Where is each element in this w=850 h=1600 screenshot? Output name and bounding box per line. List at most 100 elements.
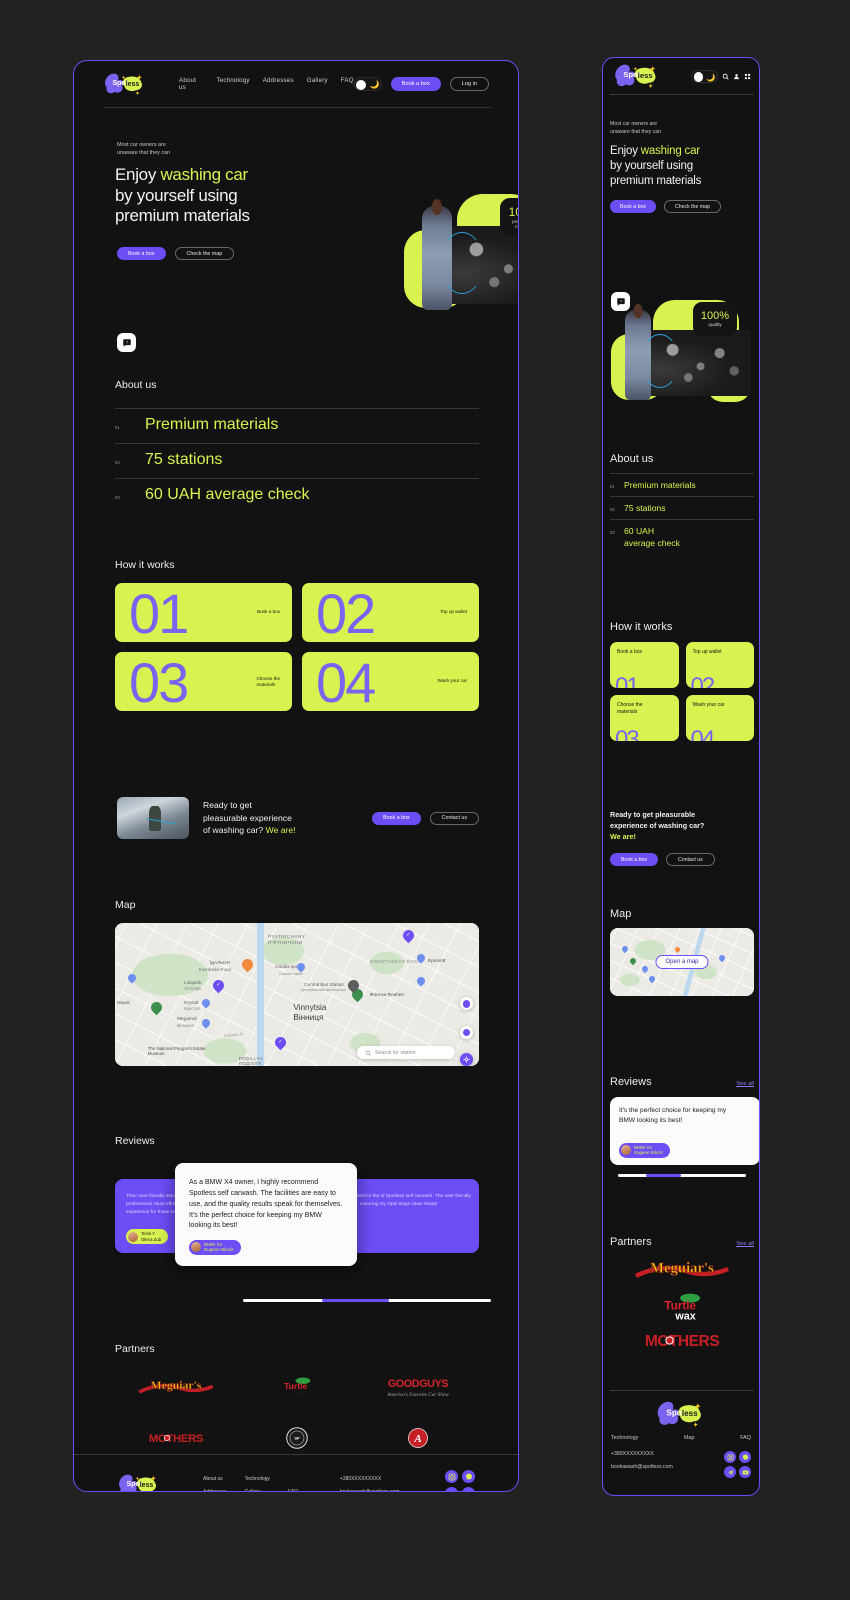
map-label-podillya-cyrillic: ПОДІЛЛЯ (238, 1061, 262, 1066)
map-cluster-2[interactable] (460, 1025, 473, 1039)
about-list-item-3[interactable]: 03 60 UAH average check (115, 478, 479, 513)
svg-text:wax: wax (291, 1389, 308, 1398)
viber-icon[interactable] (739, 1451, 751, 1463)
how-it-works-card-2[interactable]: 02 Top up wallet (302, 583, 479, 642)
hero-badge-caption: professional materials (512, 219, 518, 230)
mobile-how-it-works-card-4[interactable]: Wash your car 04 (685, 695, 754, 741)
hero-title-part-2: by yourself using (115, 185, 238, 205)
mobile-footer-email[interactable]: bookawash@spotless.com (611, 1464, 673, 1470)
nav-item-technology[interactable]: Technology (216, 77, 249, 91)
nav-item-addresses[interactable]: Addresses (263, 77, 294, 91)
map-locate-button[interactable] (460, 1053, 473, 1066)
mobile-partner-logo-turtlewax[interactable]: Turtle wax (637, 1292, 727, 1324)
mobile-how-it-works-card-1[interactable]: Book a box 01 (610, 642, 679, 688)
map-canvas[interactable]: PYATNICHANY П'ЯТНИЧАНИ ЇДАЛЬНЯ KovranskA… (115, 923, 479, 1066)
about-list-item-2[interactable]: 02 75 stations (115, 443, 479, 478)
mobile-about-item-3[interactable]: 03 60 UAH average check (610, 519, 754, 555)
mobile-theme-toggle[interactable]: 🌙 (691, 69, 718, 83)
nav-item-about-us[interactable]: About us (179, 77, 203, 91)
reviews-scrollbar-thumb[interactable] (322, 1299, 390, 1302)
hero-check-the-map-button[interactable]: Check the map (174, 247, 235, 260)
youtube-icon[interactable] (739, 1466, 751, 1478)
mobile-logo-spotless[interactable]: Spot less (611, 62, 663, 90)
how-it-works-card-3[interactable]: 03 Choose the materials (115, 652, 292, 711)
instagram-icon[interactable] (724, 1451, 736, 1463)
youtube-icon[interactable] (462, 1487, 475, 1491)
footer-phone[interactable]: +380XXXXXXXXX (340, 1476, 400, 1482)
mobile-how-it-works-card-3[interactable]: Choose the materials 03 (610, 695, 679, 741)
mobile-reviews-scrollbar[interactable] (618, 1174, 746, 1177)
partner-logo-turtlewax[interactable]: Turtle wax (236, 1371, 357, 1405)
mobile-map-preview[interactable]: Open a map (610, 928, 754, 996)
cta-contact-us-button[interactable]: Contact us (429, 811, 479, 825)
theme-toggle[interactable]: 🌙 (353, 77, 382, 91)
partner-logo-mothers[interactable]: MOTHERS (115, 1423, 236, 1453)
hero-title-highlight: washing car (160, 165, 248, 184)
mobile-hero-book-a-box-button[interactable]: Book a box (610, 200, 656, 214)
nav-item-gallery[interactable]: Gallery (307, 77, 328, 91)
mobile-review-card[interactable]: It's the perfect choice for keeping my B… (610, 1097, 759, 1165)
mobile-about-item-1[interactable]: 01 Premium materials (610, 473, 754, 496)
how-it-works-card-1[interactable]: 01 Book a box (115, 583, 292, 642)
reviews-see-all-link[interactable]: See all (736, 1081, 754, 1087)
svg-text:less: less (638, 71, 653, 80)
partner-logo-meguiars[interactable]: Meguiar's (115, 1371, 236, 1405)
telegram-icon[interactable] (724, 1466, 736, 1478)
mobile-reviews-scrollbar-thumb[interactable] (646, 1174, 681, 1177)
map-search-input[interactable]: Search for station (357, 1046, 455, 1059)
review-card-featured[interactable]: As a BMW X4 owner, I highly recommend Sp… (175, 1163, 357, 1266)
mobile-footer-link-faq[interactable]: FAQ (740, 1435, 751, 1441)
mobile-cta-book-a-box-button[interactable]: Book a box (610, 853, 658, 867)
footer-link-technology[interactable]: Technology (245, 1476, 270, 1482)
nav-item-faq[interactable]: FAQ (341, 77, 354, 91)
partner-logo-slick-products[interactable]: SP (236, 1423, 357, 1453)
hero-book-a-box-button[interactable]: Book a box (117, 247, 166, 260)
viber-icon[interactable] (462, 1470, 475, 1483)
cta-line-2: pleasurable experience (203, 812, 292, 823)
mobile-partner-logo-mothers[interactable]: MOTHERS (630, 1330, 734, 1351)
log-in-button[interactable]: Log in (449, 77, 489, 91)
footer-logo-spotless[interactable]: Spot less (117, 1471, 161, 1491)
mobile-how-it-works-card-2[interactable]: Top up wallet 02 (685, 642, 754, 688)
search-icon[interactable] (722, 73, 729, 80)
footer-link-about-us[interactable]: About us (203, 1476, 227, 1482)
partner-logo-goodguys[interactable]: GOODGUYS America's Favorite Car Show (358, 1371, 479, 1405)
mobile-cta-contact-us-button[interactable]: Contact us (665, 853, 715, 867)
open-a-map-button[interactable]: Open a map (655, 955, 709, 969)
footer-email[interactable]: bookawash@spotless.com (340, 1489, 400, 1492)
map-section-title: Map (115, 899, 136, 911)
reviews-scrollbar[interactable] (243, 1299, 491, 1302)
map-city-cyrillic: Вінниця (293, 1012, 324, 1022)
review-card-featured-name: Eugene Bilozir (204, 1247, 234, 1253)
mobile-footer-link-map[interactable]: Map (684, 1435, 695, 1441)
mobile-footer-phone[interactable]: +380XXXXXXXXX (611, 1451, 673, 1457)
about-list-item-1[interactable]: 01 Premium materials (115, 408, 479, 443)
footer-link-faq[interactable]: FAQ (288, 1489, 298, 1492)
how-it-works-card-4[interactable]: 04 Wash your car (302, 652, 479, 711)
mobile-partner-logo-meguiars[interactable]: Meguiar's (633, 1256, 731, 1286)
partner-logo-adams-polishes[interactable]: A (358, 1423, 479, 1453)
instagram-icon[interactable] (445, 1470, 458, 1483)
telegram-icon[interactable] (445, 1487, 458, 1491)
cta-book-a-box-button[interactable]: Book a box (372, 811, 421, 825)
menu-grid-icon[interactable] (744, 73, 751, 80)
footer-link-gallery[interactable]: Gallery (245, 1489, 270, 1492)
mobile-how-it-works-caption-3-line-2: materials (617, 709, 638, 715)
mobile-hero-check-the-map-button[interactable]: Check the map (663, 200, 721, 214)
logo-spotless[interactable]: Spot less (103, 71, 147, 97)
how-it-works-number-1: 01 (129, 583, 189, 642)
avatar (621, 1145, 631, 1156)
chat-bubble-icon[interactable]: ? (117, 333, 136, 352)
partners-see-all-link[interactable]: See all (736, 1241, 754, 1247)
mobile-footer-contacts: +380XXXXXXXXX bookawash@spotless.com (611, 1451, 673, 1470)
mobile-footer-link-technology[interactable]: Technology (611, 1435, 638, 1441)
mobile-about-section: About us 01 Premium materials 02 75 stat… (610, 453, 754, 555)
review-card-featured-author-badge: BMW X4 Eugene Bilozir (189, 1239, 241, 1255)
mobile-review-car: BMW X4 (634, 1144, 652, 1150)
mobile-footer-logo-wrap: Spot less (603, 1391, 759, 1429)
footer-link-addresses[interactable]: Addresses (203, 1489, 227, 1492)
mobile-footer-logo-spotless[interactable]: Spot less (655, 1399, 707, 1429)
user-icon[interactable] (733, 73, 740, 80)
book-a-box-button[interactable]: Book a box (390, 77, 441, 91)
mobile-about-item-2[interactable]: 02 75 stations (610, 496, 754, 519)
